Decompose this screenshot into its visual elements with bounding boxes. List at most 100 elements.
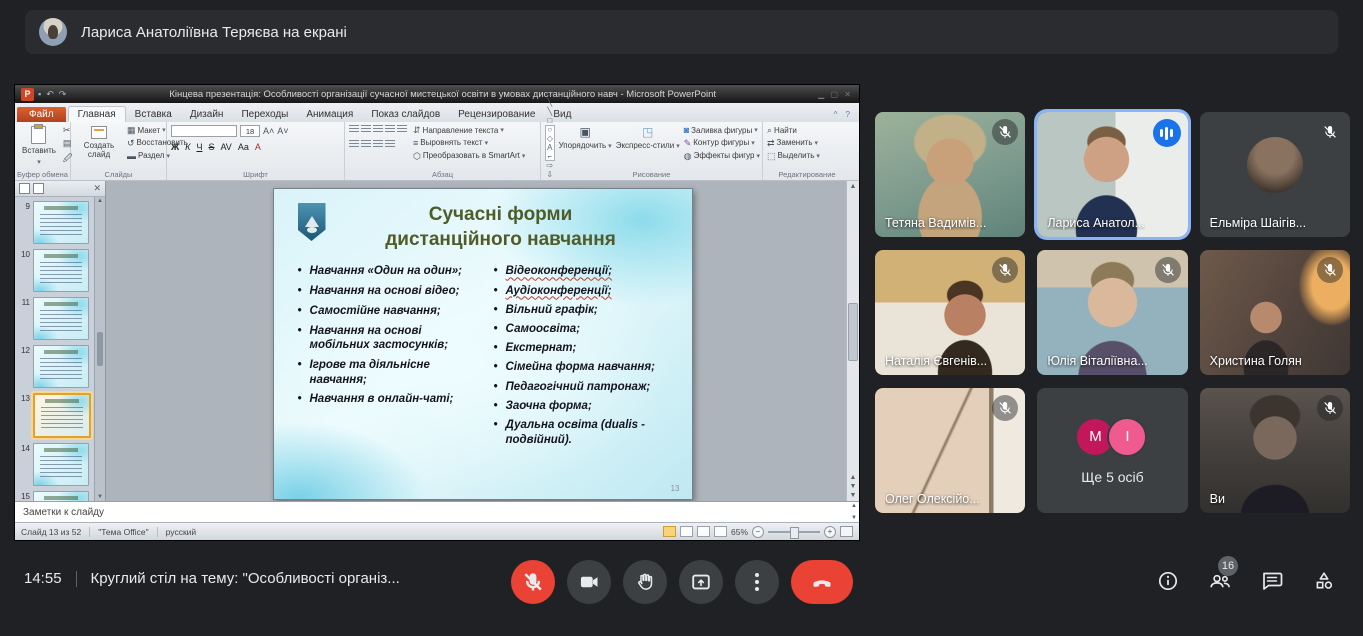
more-options-button[interactable] bbox=[735, 560, 779, 604]
shape-effects-button[interactable]: ◍Эффекты фигур bbox=[684, 151, 760, 162]
tab-slideshow[interactable]: Показ слайдов bbox=[362, 107, 449, 122]
slideshow-view-icon[interactable] bbox=[714, 526, 727, 537]
raise-hand-button[interactable] bbox=[623, 560, 667, 604]
select-button[interactable]: ⬚Выделить bbox=[767, 151, 820, 162]
end-call-button[interactable] bbox=[791, 560, 853, 604]
align-text-button[interactable]: ≡Выровнять текст bbox=[413, 138, 525, 149]
arrange-button[interactable]: Упорядочить bbox=[559, 141, 612, 151]
activities-button[interactable] bbox=[1311, 568, 1337, 594]
change-case-icon[interactable]: Aa bbox=[238, 142, 249, 152]
italic-button[interactable]: К bbox=[185, 142, 190, 152]
bullet-item: Навчання на основі відео; bbox=[296, 284, 482, 299]
notes-pane[interactable]: Заметки к слайду ▲▼ bbox=[15, 501, 859, 522]
slide-left-column: Навчання «Один на один»; Навчання на осн… bbox=[296, 264, 482, 452]
tab-animations[interactable]: Анимация bbox=[297, 107, 362, 122]
participants-count-badge: 16 bbox=[1218, 556, 1238, 576]
editor-scrollbar[interactable]: ▲ ▲ ▼ ▼ bbox=[846, 181, 859, 501]
quick-styles-button[interactable]: Экспресс-стили bbox=[616, 141, 680, 151]
zoom-out-icon[interactable]: − bbox=[752, 526, 764, 538]
outline-tab-icon[interactable] bbox=[33, 183, 44, 194]
previous-slide-icon[interactable]: ▲ bbox=[850, 474, 857, 481]
text-direction-button[interactable]: ⇵Направление текста bbox=[413, 125, 525, 136]
smartart-button[interactable]: ⬡Преобразовать в SmartArt bbox=[413, 151, 525, 162]
meeting-details-button[interactable] bbox=[1155, 568, 1181, 594]
participant-tile[interactable]: Олег Олексійо... bbox=[875, 388, 1025, 513]
find-button[interactable]: ⌕Найти bbox=[767, 125, 820, 136]
slide-thumbnail-selected[interactable]: 13 bbox=[17, 393, 93, 438]
shrink-font-icon[interactable]: A˅ bbox=[277, 126, 288, 136]
participants-button[interactable]: 16 bbox=[1207, 568, 1233, 594]
slide-thumbnail[interactable]: 10 bbox=[17, 249, 93, 292]
slide-thumbnail[interactable]: 15 bbox=[17, 491, 93, 501]
minimize-ribbon-icon[interactable]: ^ ? bbox=[834, 110, 853, 119]
slide-thumbnail[interactable]: 11 bbox=[17, 297, 93, 340]
tab-transitions[interactable]: Переходы bbox=[232, 107, 297, 122]
align-buttons[interactable] bbox=[349, 140, 409, 150]
bold-button[interactable]: Ж bbox=[171, 142, 179, 152]
new-slide-button[interactable]: Создать слайд bbox=[75, 125, 123, 160]
redo-icon[interactable]: ↷ bbox=[59, 89, 68, 100]
chat-button[interactable] bbox=[1259, 568, 1285, 594]
zoom-in-icon[interactable]: + bbox=[824, 526, 836, 538]
font-name-combobox[interactable] bbox=[171, 125, 237, 137]
participant-tile[interactable]: Тетяна Вадимів... bbox=[875, 112, 1025, 237]
close-panel-icon[interactable]: ✕ bbox=[93, 183, 101, 194]
participant-name: Христина Голян bbox=[1210, 354, 1302, 368]
participant-tile[interactable]: Христина Голян bbox=[1200, 250, 1350, 375]
font-color-icon[interactable]: A bbox=[255, 142, 261, 152]
zoom-slider[interactable] bbox=[768, 531, 820, 533]
list-buttons[interactable] bbox=[349, 125, 409, 135]
participant-tile-active-speaker[interactable]: Лариса Анатол... bbox=[1037, 112, 1187, 237]
language-indicator[interactable]: русский bbox=[166, 527, 197, 537]
scroll-up-icon[interactable]: ▲ bbox=[97, 198, 103, 204]
strikethrough-button[interactable]: S bbox=[208, 142, 214, 152]
scrollbar-thumb[interactable] bbox=[97, 332, 103, 366]
slide-thumbnail[interactable]: 12 bbox=[17, 345, 93, 388]
slide-thumbnail[interactable]: 9 bbox=[17, 201, 93, 244]
scroll-up-icon[interactable]: ▲ bbox=[850, 183, 857, 190]
powerpoint-titlebar[interactable]: P ▪ ↶ ↷ Кінцева презентація: Особливості… bbox=[15, 85, 859, 103]
participant-tile[interactable]: Юлія Віталіївна... bbox=[1037, 250, 1187, 375]
undo-icon[interactable]: ↶ bbox=[46, 89, 55, 100]
thumbnail-scrollbar[interactable]: ▲ ▼ bbox=[94, 197, 105, 501]
reading-view-icon[interactable] bbox=[697, 526, 710, 537]
shapes-gallery[interactable]: ▭╲╲□○◇ A⌐⇨⇩◠☆ bbox=[545, 125, 555, 161]
scrollbar-thumb[interactable] bbox=[848, 303, 858, 361]
participant-tile[interactable]: Наталія Євгенів... bbox=[875, 250, 1025, 375]
scroll-down-icon[interactable]: ▼ bbox=[850, 492, 857, 499]
slide-thumbnail[interactable]: 14 bbox=[17, 443, 93, 486]
fit-to-window-icon[interactable] bbox=[840, 526, 853, 537]
present-screen-button[interactable] bbox=[679, 560, 723, 604]
mic-toggle-button[interactable] bbox=[511, 560, 555, 604]
tab-home[interactable]: Главная bbox=[68, 106, 126, 122]
window-controls[interactable]: ▁ ▢ ✕ bbox=[818, 90, 853, 99]
slide-sorter-view-icon[interactable] bbox=[680, 526, 693, 537]
font-size-combobox[interactable]: 18 bbox=[240, 125, 260, 137]
tab-file[interactable]: Файл bbox=[17, 107, 66, 122]
tab-design[interactable]: Дизайн bbox=[181, 107, 233, 122]
notes-scroll-up-icon[interactable]: ▲ bbox=[851, 503, 857, 509]
camera-toggle-button[interactable] bbox=[567, 560, 611, 604]
scroll-down-icon[interactable]: ▼ bbox=[97, 494, 103, 500]
more-participants-tile[interactable]: M I Ще 5 осіб bbox=[1037, 388, 1187, 513]
tab-review[interactable]: Рецензирование bbox=[449, 107, 544, 122]
grow-font-icon[interactable]: A˄ bbox=[263, 126, 274, 136]
bullet-item: Навчання в онлайн-чаті; bbox=[296, 392, 482, 407]
ribbon-group-font: 18 A˄ A˅ Ж К Ч S AV Aa A bbox=[167, 122, 345, 180]
mic-off-icon bbox=[1317, 257, 1343, 283]
self-view-tile[interactable]: Ви bbox=[1200, 388, 1350, 513]
participant-tile[interactable]: Ельміра Шаігів... bbox=[1200, 112, 1350, 237]
shape-fill-button[interactable]: ◙Заливка фигуры bbox=[684, 125, 760, 136]
paste-button[interactable]: Вставить bbox=[19, 125, 59, 167]
slides-tab-icon[interactable] bbox=[19, 183, 30, 194]
shape-outline-button[interactable]: ✎Контур фигуры bbox=[684, 138, 760, 149]
underline-button[interactable]: Ч bbox=[196, 142, 202, 152]
save-icon[interactable]: ▪ bbox=[38, 89, 42, 99]
bullet-item: Самоосвіта; bbox=[492, 322, 678, 337]
notes-scroll-down-icon[interactable]: ▼ bbox=[851, 515, 857, 521]
character-spacing-icon[interactable]: AV bbox=[220, 142, 231, 152]
replace-button[interactable]: ⇄Заменить bbox=[767, 138, 820, 149]
next-slide-icon[interactable]: ▼ bbox=[850, 483, 857, 490]
tab-insert[interactable]: Вставка bbox=[126, 107, 181, 122]
normal-view-icon[interactable] bbox=[663, 526, 676, 537]
